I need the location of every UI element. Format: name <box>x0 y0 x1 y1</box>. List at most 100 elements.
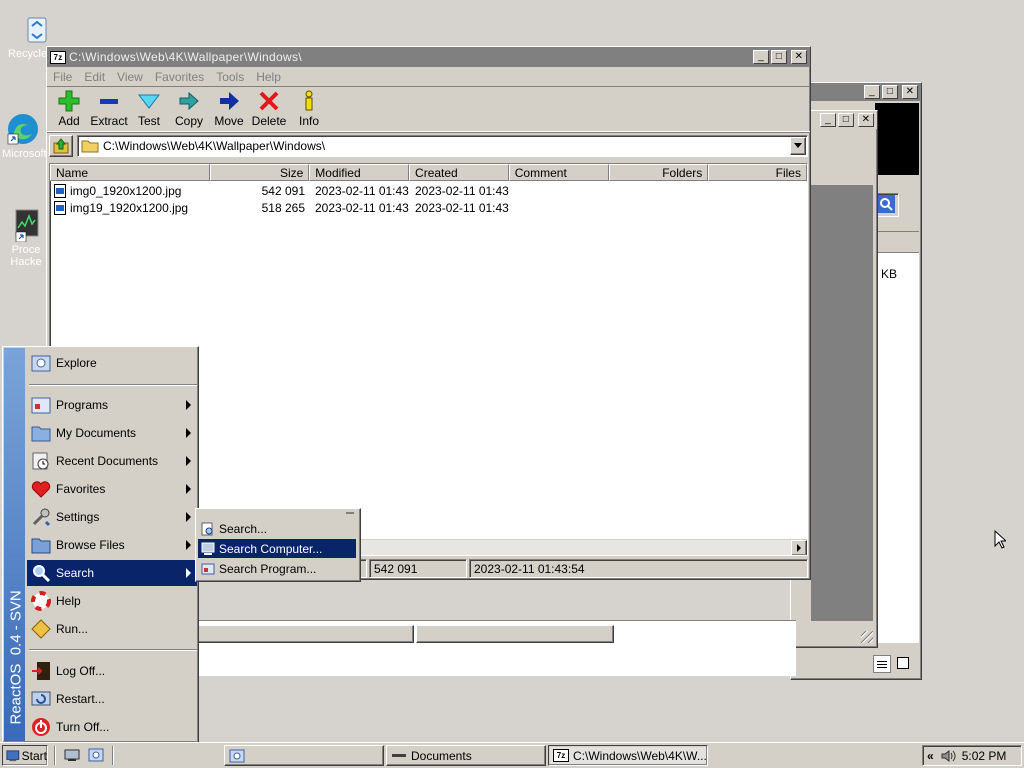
start-item-settings[interactable]: Settings <box>27 504 197 530</box>
table-row[interactable]: img19_1920x1200.jpg 518 265 2023-02-11 0… <box>50 199 807 216</box>
address-combobox[interactable]: C:\Windows\Web\4K\Wallpaper\Windows\ <box>77 134 808 157</box>
maximize-button[interactable]: □ <box>838 113 854 127</box>
tray-expand-icon[interactable]: « <box>927 749 934 763</box>
status-date: 2023-02-11 01:43:54 <box>469 559 808 578</box>
menu-tools[interactable]: Tools <box>210 70 250 84</box>
toolbar: Add Extract Test Copy Move Delete Info <box>47 86 810 132</box>
start-item-browse-files[interactable]: Browse Files <box>27 532 197 558</box>
minimize-button[interactable]: _ <box>864 85 880 99</box>
file-created: 2023-02-11 01:43 <box>415 183 509 198</box>
details-view-icon[interactable] <box>873 655 891 673</box>
close-button[interactable]: ✕ <box>791 50 807 64</box>
start-menu[interactable]: ReactOS 0.4 - SVN Explore Programs My Do… <box>2 346 199 743</box>
computer-icon <box>201 542 215 555</box>
close-button[interactable]: ✕ <box>858 113 874 127</box>
system-tray: « 5:02 PM <box>922 745 1022 766</box>
address-dropdown-button[interactable] <box>790 136 806 155</box>
start-item-turn-off[interactable]: Turn Off... <box>27 714 197 740</box>
maximize-button[interactable]: □ <box>771 50 787 64</box>
clock[interactable]: 5:02 PM <box>962 749 1007 763</box>
column-header-folders[interactable]: Folders <box>608 164 709 181</box>
add-button[interactable]: Add <box>49 90 89 128</box>
start-item-programs[interactable]: Programs <box>27 392 197 418</box>
test-button[interactable]: Test <box>129 90 169 128</box>
search-submenu[interactable]: Search... Search Computer... Search Prog… <box>195 508 361 582</box>
search-file-icon <box>201 522 213 535</box>
desktop-icon-process-hacker[interactable]: Proce Hacke <box>0 208 46 268</box>
up-folder-button[interactable] <box>49 134 73 157</box>
status-field <box>196 625 414 643</box>
menu-help[interactable]: Help <box>250 70 287 84</box>
quick-launch-explorer[interactable] <box>88 747 104 763</box>
menu-favorites[interactable]: Favorites <box>149 70 210 84</box>
search-magnifier-icon <box>877 195 895 213</box>
taskbar-task-explorer[interactable] <box>224 745 384 766</box>
explorer-icon <box>229 749 245 762</box>
submenu-arrow-icon <box>186 400 191 410</box>
start-item-search[interactable]: Search <box>27 560 197 586</box>
heart-icon <box>31 481 51 498</box>
start-item-restart[interactable]: Restart... <box>27 686 197 712</box>
window-titlebar[interactable]: 7z C:\Windows\Web\4K\Wallpaper\Windows\ … <box>47 47 810 67</box>
column-header-modified[interactable]: Modified <box>309 164 410 181</box>
table-row[interactable]: img0_1920x1200.jpg 542 091 2023-02-11 01… <box>50 182 807 199</box>
column-header-files[interactable]: Files <box>708 164 807 181</box>
submenu-item-search[interactable]: Search... <box>198 519 356 538</box>
submenu-arrow-icon <box>186 568 191 578</box>
column-header-created[interactable]: Created <box>409 164 509 181</box>
start-item-log-off[interactable]: Log Off... <box>27 658 197 684</box>
process-hacker-icon <box>6 208 40 243</box>
taskbar-task-7zip[interactable]: 7z C:\Windows\Web\4K\W... <box>548 745 708 766</box>
help-lifebuoy-icon <box>31 591 51 611</box>
submenu-item-search-program[interactable]: Search Program... <box>198 559 356 578</box>
window-title: C:\Windows\Web\4K\Wallpaper\Windows\ <box>69 50 302 64</box>
file-created: 2023-02-11 01:43 <box>415 200 509 215</box>
power-icon <box>32 718 50 736</box>
start-item-explore[interactable]: Explore <box>27 350 197 376</box>
volume-speaker-icon[interactable] <box>940 749 956 763</box>
submenu-item-search-computer[interactable]: Search Computer... <box>198 539 356 558</box>
column-header-size[interactable]: Size <box>209 164 310 181</box>
minimize-button[interactable]: _ <box>820 113 836 127</box>
move-button[interactable]: Move <box>209 90 249 128</box>
quick-launch-show-desktop[interactable] <box>64 747 80 763</box>
taskbar-task-documents[interactable]: Documents <box>386 745 546 766</box>
file-modified: 2023-02-11 01:43 <box>315 200 409 215</box>
minimize-button[interactable]: _ <box>753 50 769 64</box>
7zip-app-icon: 7z <box>50 50 66 64</box>
delete-button[interactable]: Delete <box>249 90 289 128</box>
menu-edit[interactable]: Edit <box>78 70 111 84</box>
kb-label: KB <box>881 267 898 281</box>
column-header-comment[interactable]: Comment <box>508 164 609 181</box>
arrow-right-icon <box>797 544 801 552</box>
start-item-my-documents[interactable]: My Documents <box>27 420 197 446</box>
column-headers: Name Size Modified Created Comment Folde… <box>50 164 807 181</box>
desktop-icon-label: Proce Hacke <box>10 244 42 268</box>
resize-grip-icon[interactable] <box>861 631 873 643</box>
scroll-right-button[interactable] <box>791 540 807 555</box>
start-item-favorites[interactable]: Favorites <box>27 476 197 502</box>
large-icons-view-icon[interactable] <box>897 657 909 669</box>
info-button[interactable]: Info <box>289 90 329 128</box>
start-item-help[interactable]: Help <box>27 588 197 614</box>
chevron-down-icon <box>794 143 802 148</box>
desktop-icon-edge[interactable]: Microsoft <box>0 112 47 160</box>
explore-icon <box>31 355 51 372</box>
desktop-icon-label: Microsoft <box>2 148 47 160</box>
submenu-scroll-indicator <box>346 512 354 514</box>
header-divider <box>875 231 919 253</box>
show-desktop-icon <box>64 749 80 761</box>
search-go-button[interactable] <box>875 193 899 217</box>
close-button[interactable]: ✕ <box>902 85 918 99</box>
start-item-run[interactable]: Run... <box>27 616 197 642</box>
menu-view[interactable]: View <box>111 70 149 84</box>
column-header-name[interactable]: Name <box>50 164 210 181</box>
start-item-recent-documents[interactable]: Recent Documents <box>27 448 197 474</box>
maximize-button[interactable]: □ <box>882 85 898 99</box>
status-field <box>416 625 614 643</box>
copy-button[interactable]: Copy <box>169 90 209 128</box>
black-panel <box>875 103 919 175</box>
extract-button[interactable]: Extract <box>89 90 129 128</box>
menu-file[interactable]: File <box>47 70 78 84</box>
start-button[interactable]: Start <box>2 745 48 766</box>
